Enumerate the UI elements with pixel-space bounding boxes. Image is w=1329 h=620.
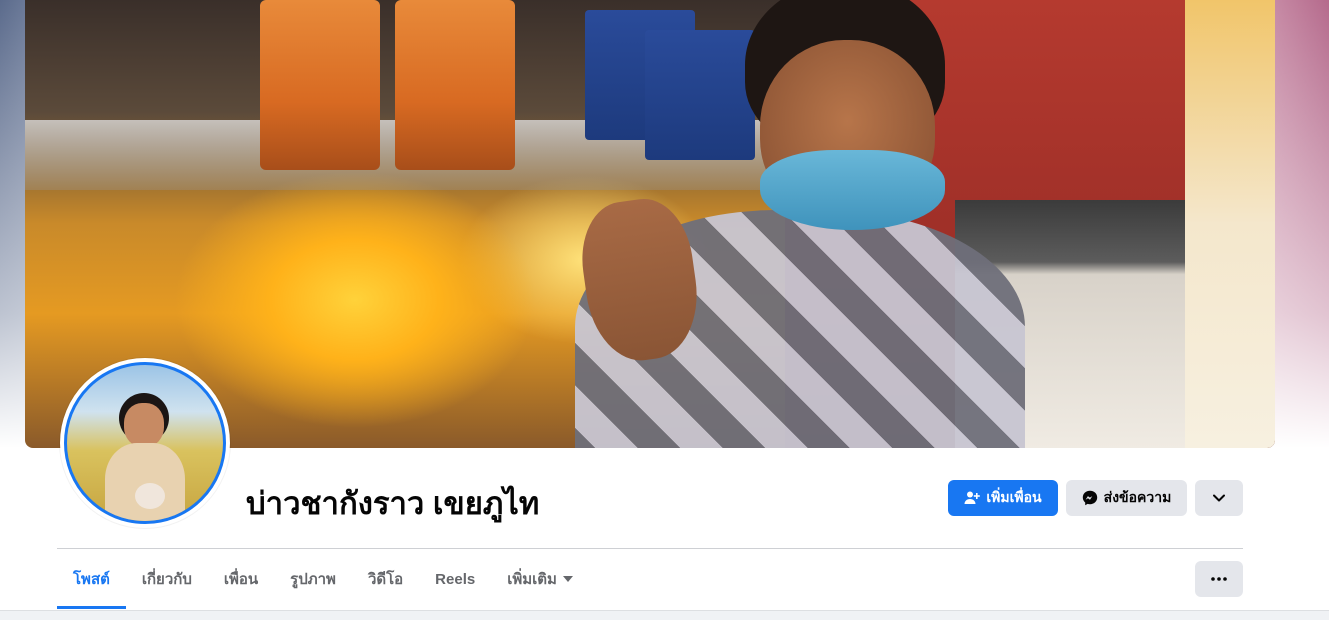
tab-label: เกี่ยวกับ bbox=[141, 571, 192, 588]
avatar-photo bbox=[64, 362, 226, 524]
message-button[interactable]: ส่งข้อความ bbox=[1066, 480, 1187, 516]
message-label: ส่งข้อความ bbox=[1103, 489, 1172, 505]
tab-label: Reels bbox=[435, 570, 476, 588]
tab-label: โพสต์ bbox=[73, 571, 110, 588]
add-friend-button[interactable]: เพิ่มเพื่อน bbox=[948, 480, 1058, 516]
cover-snack-bag bbox=[395, 0, 515, 170]
more-options-button[interactable] bbox=[1195, 561, 1243, 597]
profile-avatar[interactable] bbox=[60, 358, 230, 528]
profile-tabs: โพสต์ เกี่ยวกับ เพื่อน รูปภาพ วิดีโอ Ree… bbox=[57, 549, 589, 609]
messenger-icon bbox=[1082, 490, 1098, 506]
person-plus-icon bbox=[964, 490, 981, 506]
tab-label: เพิ่มเติม bbox=[507, 571, 557, 588]
cover-snack-bag bbox=[260, 0, 380, 170]
tab-posts[interactable]: โพสต์ bbox=[57, 549, 126, 609]
profile-name: บ่าวชากังราว เขยภูไท bbox=[246, 486, 540, 521]
avatar-face bbox=[124, 403, 164, 447]
chevron-down-icon bbox=[1213, 494, 1225, 502]
cover-person bbox=[545, 0, 1025, 448]
cover-photo[interactable] bbox=[25, 0, 1275, 448]
tab-more[interactable]: เพิ่มเติม bbox=[491, 549, 589, 609]
tab-label: เพื่อน bbox=[223, 571, 259, 588]
caret-down-icon bbox=[562, 576, 573, 582]
cover-mask bbox=[760, 150, 945, 230]
add-friend-label: เพิ่มเพื่อน bbox=[986, 489, 1042, 505]
tab-about[interactable]: เกี่ยวกับ bbox=[126, 549, 208, 609]
tab-friends[interactable]: เพื่อน bbox=[208, 549, 274, 609]
ellipsis-icon bbox=[1211, 577, 1227, 581]
tab-reels[interactable]: Reels bbox=[419, 549, 491, 609]
content-area-top bbox=[0, 610, 1329, 620]
tab-videos[interactable]: วิดีโอ bbox=[352, 549, 419, 609]
tab-label: รูปภาพ bbox=[290, 571, 336, 588]
expand-button[interactable] bbox=[1195, 480, 1243, 516]
cover-poster bbox=[1185, 0, 1275, 448]
tab-label: วิดีโอ bbox=[367, 571, 404, 588]
tab-photos[interactable]: รูปภาพ bbox=[274, 549, 352, 609]
avatar-dog bbox=[135, 483, 165, 509]
